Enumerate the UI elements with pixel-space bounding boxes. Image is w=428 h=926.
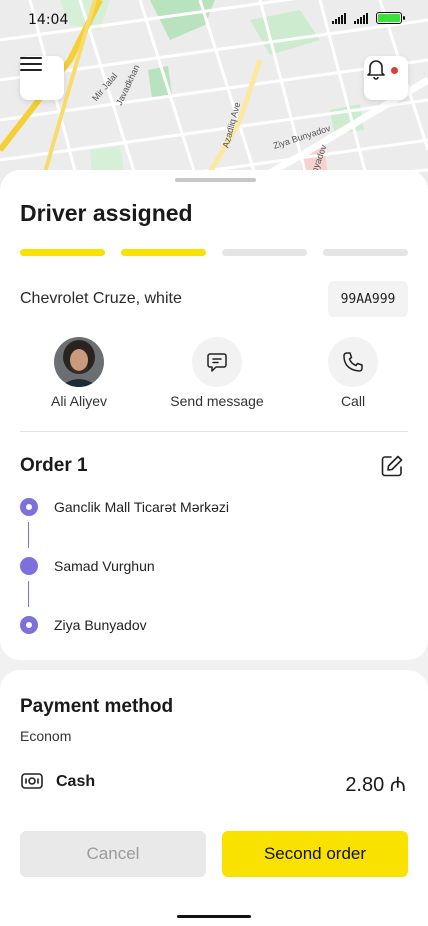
license-plate: 99AA999 [328, 281, 408, 317]
route-stop: Ziya Bunyadov [20, 616, 147, 634]
route-line [28, 522, 29, 548]
message-icon-circle [192, 337, 242, 387]
payment-method: Cash [56, 773, 96, 790]
route-stop: Ganclik Mall Ticarət Mərkəzi [20, 498, 229, 516]
stop-dot-icon [20, 557, 38, 575]
progress-step [20, 249, 105, 256]
home-indicator[interactable] [177, 915, 251, 918]
fare-amount: 2.80 ₼ [345, 774, 406, 796]
drag-handle[interactable] [175, 178, 256, 182]
driver-sheet: Driver assigned Chevrolet Cruze, white 9… [0, 170, 428, 660]
notification-dot [391, 67, 398, 74]
cash-icon [21, 773, 43, 789]
signal-icon [332, 12, 346, 24]
edit-icon [381, 455, 403, 477]
payment-card: Payment method Econom Cash 2.80 ₼ Cancel… [0, 670, 428, 926]
message-icon [207, 353, 227, 372]
progress-bar [20, 249, 408, 256]
send-message-label: Send message [170, 393, 264, 409]
car-description: Chevrolet Cruze, white [20, 290, 182, 307]
edit-order-button[interactable] [379, 453, 405, 479]
second-order-button[interactable]: Second order [222, 831, 408, 877]
send-message-button[interactable]: Send message [158, 337, 276, 409]
cancel-button[interactable]: Cancel [20, 831, 206, 877]
battery-icon [376, 12, 405, 24]
status-icons [332, 12, 405, 24]
status-time: 14:04 [28, 12, 69, 28]
progress-step [222, 249, 307, 256]
payment-title: Payment method [20, 696, 174, 717]
sheet-title: Driver assigned [20, 200, 193, 226]
driver-name: Ali Aliyev [50, 393, 108, 409]
destination-dot-icon [20, 616, 38, 634]
driver-profile[interactable]: Ali Aliyev [44, 337, 114, 409]
avatar [54, 337, 104, 387]
call-label: Call [340, 393, 366, 409]
status-bar: 14:04 [0, 0, 428, 40]
map[interactable]: Mir Jalal Javadkhan Azadliq Ave Ziya Bun… [0, 0, 428, 190]
bell-icon [367, 60, 385, 80]
call-button[interactable]: Call [322, 337, 384, 409]
route-line [28, 581, 29, 607]
divider [20, 431, 408, 432]
route-stop: Samad Vurghun [20, 557, 155, 575]
stop-address: Samad Vurghun [54, 558, 155, 574]
phone-icon-circle [328, 337, 378, 387]
notifications-button[interactable] [364, 56, 408, 100]
battery-level [378, 14, 400, 22]
progress-step [121, 249, 206, 256]
menu-button[interactable] [20, 56, 64, 100]
phone-icon [343, 352, 363, 372]
driver-photo [54, 337, 104, 387]
progress-step [323, 249, 408, 256]
pickup-dot-icon [20, 498, 38, 516]
hamburger-icon [20, 57, 42, 71]
stop-address: Ziya Bunyadov [54, 617, 147, 633]
signal-icon [354, 12, 368, 24]
tariff-label: Econom [20, 728, 72, 744]
stop-address: Ganclik Mall Ticarət Mərkəzi [54, 499, 230, 515]
order-title: Order 1 [20, 455, 88, 476]
